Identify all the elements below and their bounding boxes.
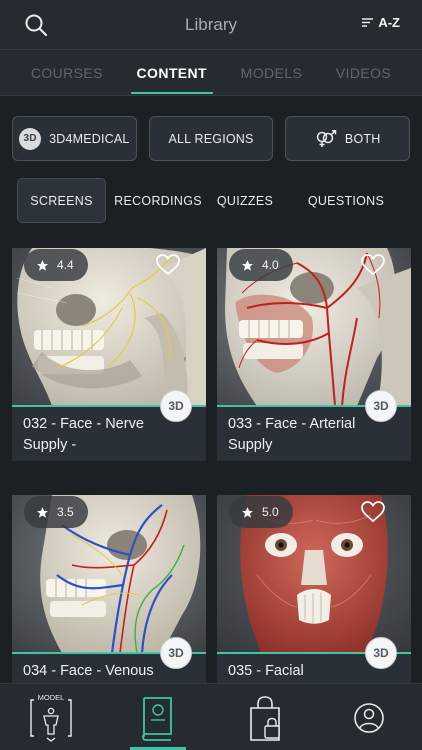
- rating-pill: 3.5: [24, 496, 88, 528]
- card-title: 033 - Face - Arterial Supply: [228, 416, 356, 453]
- rating-pill: 4.4: [24, 249, 88, 281]
- rating-value: 4.4: [57, 258, 74, 272]
- card-title: 035 - Facial: [228, 663, 304, 679]
- shopping-bag-lock-icon: [250, 696, 280, 741]
- content-card[interactable]: 4.4 3D 032 - Face - Nerve Supply -: [12, 248, 206, 461]
- card-title: 032 - Face - Nerve Supply -: [23, 416, 144, 453]
- rating-value: 3.5: [57, 505, 74, 519]
- nav-profile[interactable]: [346, 694, 392, 742]
- star-icon: [37, 506, 48, 518]
- bottom-nav: MODEL: [0, 683, 422, 750]
- nav-store[interactable]: [243, 694, 289, 742]
- rating-value: 5.0: [262, 505, 279, 519]
- book-icon: [142, 697, 172, 741]
- rating-pill: 5.0: [229, 496, 293, 528]
- nav-library[interactable]: [135, 694, 181, 742]
- favorite-heart-icon[interactable]: [156, 254, 180, 276]
- content-card[interactable]: 5.0 3D 035 - Facial: [217, 495, 411, 683]
- content-grid: 4.4 3D 032 - Face - Nerve Supply - 4.0 3…: [0, 0, 422, 750]
- star-icon: [242, 506, 253, 518]
- nav-model-label: MODEL: [38, 694, 65, 702]
- rating-value: 4.0: [262, 258, 279, 272]
- star-icon: [37, 259, 48, 271]
- content-card[interactable]: 4.0 3D 033 - Face - Arterial Supply: [217, 248, 411, 461]
- rating-pill: 4.0: [229, 249, 293, 281]
- favorite-heart-icon[interactable]: [361, 501, 385, 523]
- nav-model[interactable]: MODEL: [28, 693, 74, 742]
- user-profile-icon: [354, 703, 384, 733]
- card-title: 034 - Face - Venous: [23, 663, 154, 679]
- model-figure-icon: MODEL: [30, 693, 72, 742]
- content-card[interactable]: 3.5 3D 034 - Face - Venous: [12, 495, 206, 683]
- favorite-heart-icon[interactable]: [361, 254, 385, 276]
- star-icon: [242, 259, 253, 271]
